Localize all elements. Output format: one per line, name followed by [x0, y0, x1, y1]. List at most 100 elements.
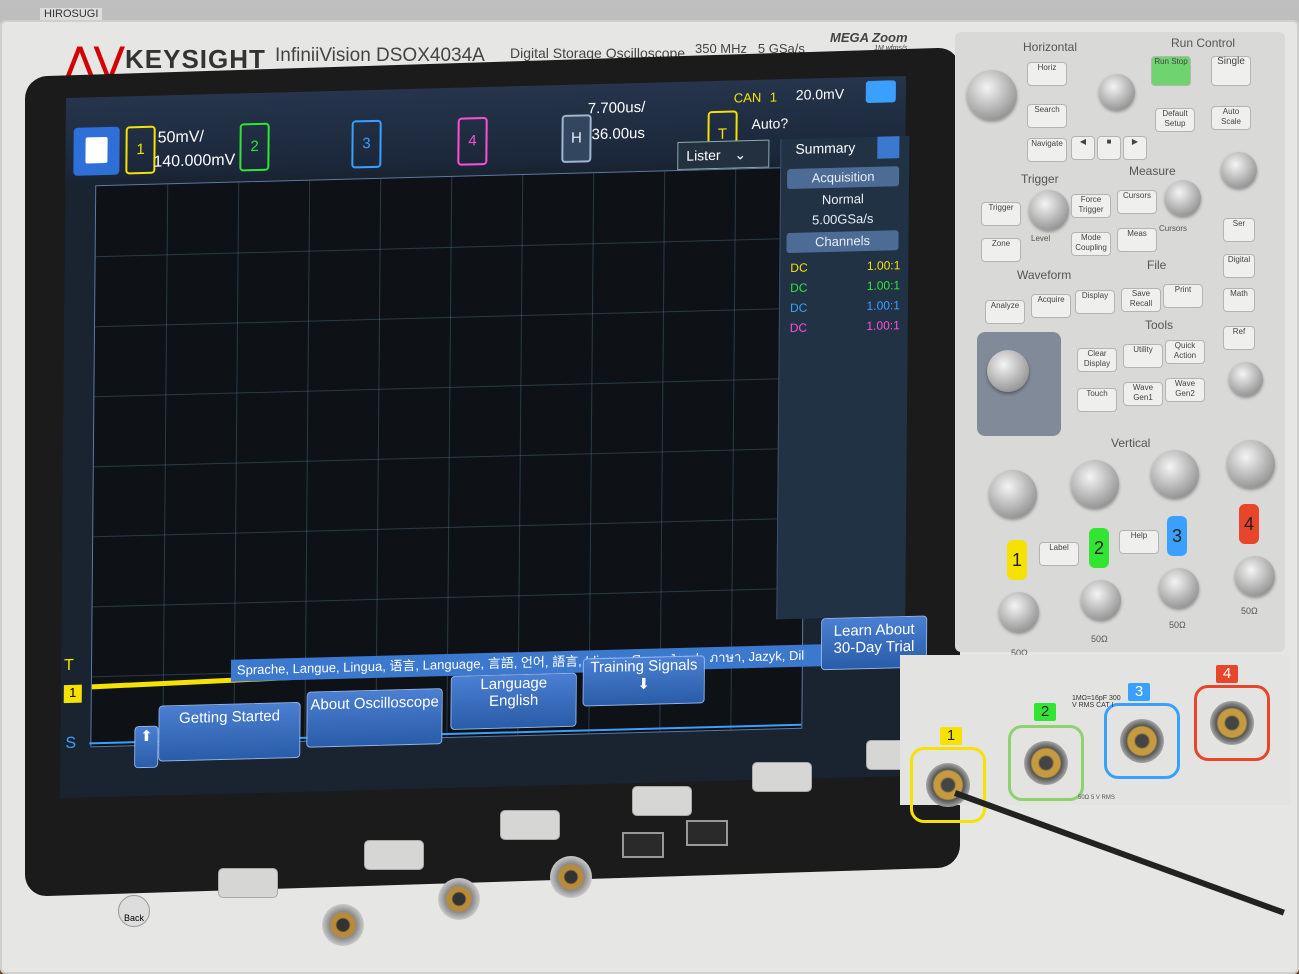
trigger-level-knob[interactable]	[1029, 190, 1069, 230]
horizontal-box[interactable]: H	[561, 114, 592, 164]
zone-button[interactable]: Zone	[981, 238, 1021, 262]
channel-summary-row: DC 1.00:1	[790, 298, 900, 315]
ch3-input-bnc[interactable]	[1104, 703, 1180, 779]
language-softkey[interactable]: Language English	[450, 672, 577, 730]
math-button[interactable]: Math	[1223, 288, 1255, 312]
display-screen[interactable]: 1 50mV/ 140.000mV 2 3 4 H 7.700us/ 36.00…	[59, 75, 928, 799]
default-setup-button[interactable]: Default Setup	[1155, 108, 1195, 132]
softkey-hw-5[interactable]	[752, 762, 812, 792]
softkey-hw-3[interactable]	[500, 810, 560, 840]
channel-coupling: DC	[789, 320, 808, 336]
ch2-scale-knob[interactable]	[1071, 460, 1119, 508]
channel-1-box[interactable]: 1	[125, 125, 156, 175]
input-rating-50ohm: 50Ω 5 V RMS	[1078, 795, 1115, 801]
delay-value: 36.00us	[591, 124, 646, 144]
ch4-input-bnc[interactable]	[1194, 685, 1270, 761]
entry-knob[interactable]	[987, 350, 1029, 392]
aux-bnc-1	[322, 904, 364, 946]
ch1-input-bnc[interactable]	[910, 747, 986, 823]
force-trigger-button[interactable]: Force Trigger	[1071, 194, 1111, 218]
ch1-button[interactable]: 1	[1007, 540, 1027, 580]
ch4-scale-knob[interactable]	[1227, 440, 1275, 488]
serial-button[interactable]: Ser	[1223, 218, 1255, 242]
nav-back-icon[interactable]: ◀	[1071, 136, 1095, 160]
channel-probe-ratio: 1.00:1	[866, 298, 901, 314]
run-stop-button[interactable]: Run Stop	[1151, 56, 1191, 86]
ch3-scale-knob[interactable]	[1151, 450, 1199, 498]
nav-forward-icon[interactable]: ▶	[1123, 136, 1147, 160]
about-softkey[interactable]: About Oscilloscope	[306, 688, 443, 748]
horizontal-position-knob[interactable]	[1099, 74, 1135, 110]
display-button[interactable]: Display	[1075, 290, 1115, 314]
main-menu-icon[interactable]	[73, 126, 120, 176]
channel-2-box[interactable]: 2	[239, 122, 270, 172]
mode-coupling-button[interactable]: Mode Coupling	[1071, 232, 1111, 256]
usb-port-2[interactable]	[686, 820, 728, 846]
horizontal-section-label: Horizontal	[1023, 40, 1078, 54]
cursors-knob[interactable]	[1165, 180, 1201, 216]
wave-gen2-button[interactable]: Wave Gen2	[1165, 378, 1205, 402]
quick-action-button[interactable]: Quick Action	[1165, 340, 1205, 364]
single-button[interactable]: Single	[1211, 56, 1251, 86]
ref-button[interactable]: Ref	[1223, 326, 1255, 350]
training-signals-softkey[interactable]: Training Signals ⬇	[582, 655, 705, 707]
measure-section-label: Measure	[1129, 164, 1176, 178]
knob-lower-right[interactable]	[1229, 362, 1263, 396]
cursors-knob-label: Cursors	[1159, 224, 1188, 233]
digital-button[interactable]: Digital	[1223, 254, 1255, 278]
cursors-button[interactable]: Cursors	[1117, 190, 1157, 214]
level-label: Level	[1031, 234, 1051, 243]
lister-button[interactable]: Lister ⌄	[677, 139, 770, 170]
softkey-hw-4[interactable]	[632, 786, 692, 816]
back-button[interactable]: Back	[118, 895, 150, 927]
chevron-down-icon: ⌄	[734, 146, 747, 163]
touch-screen-icon[interactable]	[865, 80, 896, 104]
ch1-offset-knob[interactable]	[999, 592, 1039, 632]
meas-button[interactable]: Meas	[1117, 228, 1157, 252]
touch-button[interactable]: Touch	[1077, 388, 1117, 412]
language-value: English	[488, 691, 539, 710]
print-button[interactable]: Print	[1163, 284, 1203, 308]
channel-4-box[interactable]: 4	[457, 116, 488, 166]
softkey-hw-2[interactable]	[364, 840, 424, 870]
wave-gen1-button[interactable]: Wave Gen1	[1123, 382, 1163, 406]
ch2-input-bnc[interactable]	[1008, 725, 1084, 801]
horizontal-scale-knob[interactable]	[967, 70, 1017, 120]
clear-display-button[interactable]: Clear Display	[1077, 348, 1117, 372]
knob-upper-right[interactable]	[1221, 152, 1257, 188]
acquire-button[interactable]: Acquire	[1031, 294, 1071, 318]
ch2-offset-knob[interactable]	[1081, 580, 1121, 620]
ch3-offset-knob[interactable]	[1159, 568, 1199, 608]
navigate-button[interactable]: Navigate	[1027, 138, 1067, 162]
trigger-button[interactable]: Trigger	[981, 202, 1021, 226]
ch4-button[interactable]: 4	[1239, 504, 1259, 544]
ch3-button[interactable]: 3	[1167, 516, 1187, 556]
summary-menu-icon[interactable]	[877, 136, 900, 159]
analyze-button[interactable]: Analyze	[985, 300, 1025, 324]
search-button[interactable]: Search	[1027, 104, 1067, 128]
ch4-impedance: 50Ω	[1241, 606, 1258, 616]
front-control-panel: Horizontal Horiz Search Navigate ◀ ■ ▶ R…	[955, 32, 1285, 658]
label-button[interactable]: Label	[1039, 542, 1079, 566]
horiz-button[interactable]: Horiz	[1027, 62, 1067, 86]
nav-stop-icon[interactable]: ■	[1097, 136, 1121, 160]
trigger-channel: 1	[769, 89, 778, 105]
help-button[interactable]: Help	[1119, 530, 1159, 554]
usb-port-1[interactable]	[622, 832, 664, 858]
megazoom-text: MEGA Zoom	[830, 30, 908, 45]
utility-button[interactable]: Utility	[1123, 344, 1163, 368]
up-arrow-icon[interactable]: ⬆	[134, 725, 159, 769]
channel-coupling: DC	[790, 280, 808, 296]
ch4-offset-knob[interactable]	[1235, 556, 1275, 596]
softkey-hw-1[interactable]	[218, 868, 278, 898]
getting-started-softkey[interactable]: Getting Started	[158, 701, 301, 762]
trigger-source: CAN	[733, 89, 762, 106]
vertical-section-label: Vertical	[1111, 436, 1151, 450]
trigger-level-marker: T	[63, 656, 74, 675]
save-recall-button[interactable]: Save Recall	[1121, 288, 1161, 312]
ch2-button[interactable]: 2	[1089, 528, 1109, 568]
auto-scale-button[interactable]: Auto Scale	[1211, 106, 1251, 130]
channel-3-box[interactable]: 3	[351, 119, 382, 169]
ch1-ground-marker: 1	[63, 684, 82, 704]
ch1-scale-knob[interactable]	[989, 470, 1037, 518]
